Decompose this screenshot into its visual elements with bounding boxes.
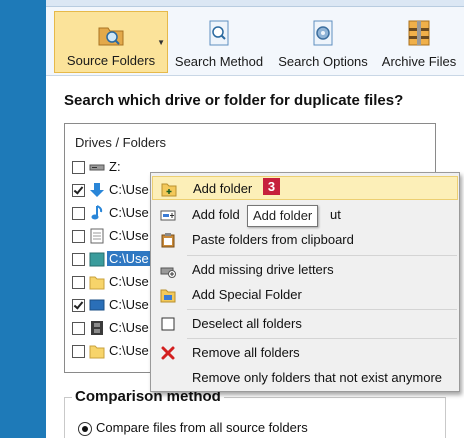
tooltip: Add folder <box>247 205 319 227</box>
search-method-label: Search Method <box>174 54 264 69</box>
row-label: C:\Use <box>109 205 149 220</box>
row-checkbox[interactable] <box>72 184 85 197</box>
music-note-icon <box>91 205 103 220</box>
add-folder-icon <box>161 183 177 197</box>
row-checkbox[interactable] <box>72 276 85 289</box>
menu-item-label: Add Special Folder <box>192 287 302 302</box>
chevron-down-icon[interactable]: ▼ <box>157 38 165 47</box>
monitor-icon <box>89 299 105 311</box>
menu-separator <box>187 338 457 339</box>
row-checkbox[interactable] <box>72 322 85 335</box>
row-label: C:\Use <box>109 182 149 197</box>
row-label: C:\Use <box>109 343 149 358</box>
row-label: C:\Use <box>109 228 149 243</box>
search-options-label: Search Options <box>278 54 368 69</box>
menu-item-paste-folders[interactable]: Paste folders from clipboard <box>152 228 458 252</box>
film-strip-icon <box>91 321 103 335</box>
menu-item-label: Paste folders from clipboard <box>192 232 354 247</box>
checkbox-icon <box>161 317 175 331</box>
download-arrow-icon <box>90 183 104 197</box>
compare-all-label[interactable]: Compare files from all source folders <box>96 420 308 435</box>
drive-add-icon <box>160 267 176 278</box>
document-icon <box>90 228 104 244</box>
row-label: C:\Use <box>109 274 149 289</box>
red-x-icon <box>161 346 175 360</box>
menu-item-add-drive-letters[interactable]: Add missing drive letters <box>152 258 458 282</box>
menu-separator <box>187 309 457 310</box>
row-checkbox[interactable] <box>72 230 85 243</box>
archive-files-button[interactable]: Archive Files <box>376 11 462 73</box>
yellow-folder-icon <box>89 345 105 359</box>
search-options-button[interactable]: Search Options <box>272 11 374 73</box>
menu-item-label: Deselect all folders <box>192 316 302 331</box>
gear-document-icon <box>313 20 333 46</box>
archive-files-label: Archive Files <box>381 54 457 69</box>
ribbon-tab-strip <box>46 0 464 7</box>
menu-item-add-folder[interactable]: Add folder <box>152 176 458 200</box>
menu-item-deselect-all[interactable]: Deselect all folders <box>152 312 458 336</box>
menu-item-label: Add folder <box>193 181 253 196</box>
source-folders-label: Source Folders <box>66 53 156 68</box>
row-checkbox[interactable] <box>72 299 85 312</box>
row-label: C:\Use <box>109 297 149 312</box>
special-folder-icon <box>160 289 176 303</box>
compare-all-radio[interactable] <box>78 422 92 436</box>
drive-icon <box>89 164 105 171</box>
row-label: Z: <box>109 159 121 174</box>
search-method-button[interactable]: Search Method <box>170 11 268 73</box>
row-label: C:\Use <box>109 320 149 335</box>
menu-item-add-special-folder[interactable]: Add Special Folder <box>152 283 458 307</box>
menu-separator <box>187 255 457 256</box>
yellow-folder-icon <box>89 276 105 290</box>
row-checkbox[interactable] <box>72 161 85 174</box>
row-checkbox[interactable] <box>72 253 85 266</box>
menu-item-remove-all[interactable]: Remove all folders <box>152 341 458 365</box>
document-search-icon <box>209 20 229 46</box>
menu-item-label-tail: ut <box>330 207 341 222</box>
step-badge: 3 <box>263 178 280 195</box>
teal-folder-icon <box>89 252 105 267</box>
folder-search-icon <box>98 27 124 46</box>
clipboard-icon <box>161 233 175 248</box>
menu-item-remove-missing[interactable]: Remove only folders that not exist anymo… <box>152 366 458 390</box>
column-header: Drives / Folders <box>75 135 167 150</box>
ribbon-toolbar: ▼ Source Folders Search Method Search Op… <box>46 7 464 76</box>
page-title: Search which drive or folder for duplica… <box>64 92 404 109</box>
add-folder-input-icon <box>160 210 176 221</box>
row-checkbox[interactable] <box>72 345 85 358</box>
menu-item-label: Remove only folders that not exist anymo… <box>192 370 443 385</box>
menu-item-label: Add fold <box>192 207 240 222</box>
menu-item-label: Remove all folders <box>192 345 300 360</box>
row-checkbox[interactable] <box>72 207 85 220</box>
source-folders-button[interactable]: ▼ Source Folders <box>54 11 168 73</box>
row-label: C:\Use <box>107 251 151 266</box>
menu-item-label: Add missing drive letters <box>192 262 334 277</box>
archive-files-icon <box>408 20 430 46</box>
